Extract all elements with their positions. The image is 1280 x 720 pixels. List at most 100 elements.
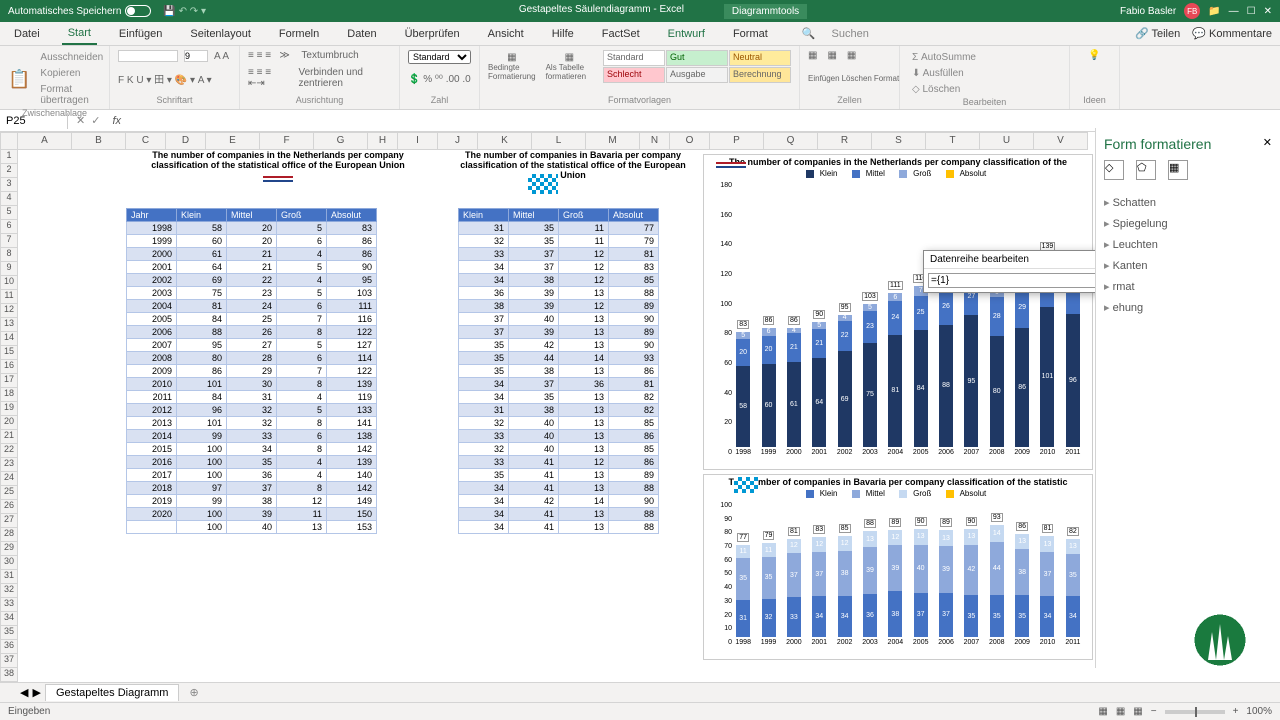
tab-format[interactable]: Format: [727, 24, 774, 44]
row-headers[interactable]: 1234567891011121314151617181920212223242…: [0, 150, 18, 690]
format-painter-button[interactable]: Format übertragen: [36, 82, 107, 108]
copy-button[interactable]: Kopieren: [36, 66, 107, 81]
font-name[interactable]: [118, 50, 178, 62]
view-layout-icon[interactable]: ▦: [1116, 706, 1125, 717]
tab-seitenlayout[interactable]: Seitenlayout: [184, 24, 257, 44]
group-edit-title: Bearbeiten: [908, 97, 1061, 107]
style-schlecht[interactable]: Schlecht: [603, 67, 665, 83]
panel-item[interactable]: rmat: [1104, 276, 1272, 297]
panel-item[interactable]: Spiegelung: [1104, 213, 1272, 234]
status-bar: Eingeben ▦ ▦ ▦ − + 100%: [0, 702, 1280, 720]
ideas-button[interactable]: 💡: [1078, 50, 1111, 61]
ribbon-display-icon[interactable]: 📁: [1208, 6, 1220, 17]
font-size[interactable]: [184, 50, 208, 62]
chart2-legend: Klein Mittel Groß Absolut: [704, 489, 1092, 498]
fill-line-icon[interactable]: ◇: [1104, 160, 1124, 180]
size-icon[interactable]: ▦: [1168, 160, 1188, 180]
chart-bavaria[interactable]: The number of companies in Bavaria per c…: [703, 474, 1093, 660]
panel-close-icon[interactable]: ✕: [1263, 136, 1272, 160]
panel-item[interactable]: Leuchten: [1104, 234, 1272, 255]
user-avatar[interactable]: FB: [1184, 3, 1200, 19]
tab-factset[interactable]: FactSet: [596, 24, 646, 44]
flag-nl-chart-icon: [716, 162, 746, 168]
format-cells[interactable]: ▦: [847, 50, 856, 61]
sheet-nav-next-icon[interactable]: ▶: [32, 686, 40, 699]
panel-item[interactable]: ehung: [1104, 297, 1272, 318]
zoom-level[interactable]: 100%: [1246, 706, 1272, 717]
group-number-title: Zahl: [408, 95, 471, 105]
fill-button[interactable]: ⬇ Ausfüllen: [908, 66, 1061, 81]
tab-daten[interactable]: Daten: [341, 24, 382, 44]
comments-button[interactable]: 💬 Kommentare: [1192, 27, 1272, 40]
tab-formeln[interactable]: Formeln: [273, 24, 325, 44]
tab-entwurf[interactable]: Entwurf: [662, 24, 711, 44]
tab-einfuegen[interactable]: Einfügen: [113, 24, 168, 44]
style-berechnung[interactable]: Berechnung: [729, 67, 791, 83]
number-format[interactable]: Standard: [408, 50, 471, 64]
dialog-title: Datenreihe bearbeiten: [930, 254, 1029, 265]
share-button[interactable]: 🔗 Teilen: [1135, 27, 1180, 40]
tab-start[interactable]: Start: [62, 23, 97, 45]
insert-cells[interactable]: ▦: [808, 50, 817, 61]
sheet-nav-prev-icon[interactable]: ◀: [20, 686, 28, 699]
qat-icons[interactable]: 💾 ↶ ↷ ▾: [163, 6, 206, 17]
cancel-formula-icon[interactable]: ✕: [76, 114, 85, 127]
style-ausgabe[interactable]: Ausgabe: [666, 67, 728, 83]
document-title: Gestapeltes Säulendiagramm - Excel: [519, 4, 684, 19]
tab-datei[interactable]: Datei: [8, 24, 46, 44]
add-sheet-button[interactable]: ⊕: [183, 686, 204, 699]
tab-hilfe[interactable]: Hilfe: [546, 24, 580, 44]
group-ideas-title: Ideen: [1078, 95, 1111, 105]
close-icon[interactable]: ✕: [1264, 6, 1272, 17]
tab-ansicht[interactable]: Ansicht: [482, 24, 530, 44]
autosum-button[interactable]: Σ AutoSumme: [908, 50, 1061, 65]
search-box[interactable]: Suchen: [832, 28, 869, 40]
cut-button[interactable]: Ausschneiden: [36, 50, 107, 65]
delete-cells[interactable]: ▦: [827, 50, 836, 61]
data-table-bavaria[interactable]: KleinMittelGroßAbsolut313511773235117933…: [458, 208, 659, 534]
style-gut[interactable]: Gut: [666, 50, 728, 66]
table-format-icon[interactable]: ▦: [565, 52, 574, 63]
fx-label: fx: [108, 115, 125, 127]
format-shape-panel: Form formatieren ✕ ◇ ⬠ ▦ SchattenSpiegel…: [1095, 128, 1280, 668]
view-normal-icon[interactable]: ▦: [1098, 706, 1107, 717]
zoom-out-icon[interactable]: −: [1151, 706, 1157, 717]
minimize-icon[interactable]: —: [1229, 6, 1239, 17]
effects-icon[interactable]: ⬠: [1136, 160, 1156, 180]
chart-netherlands[interactable]: The number of companies in the Netherlan…: [703, 154, 1093, 470]
grid-content[interactable]: The number of companies in the Netherlan…: [18, 150, 1280, 690]
autosave-toggle[interactable]: Automatisches Speichern: [8, 5, 151, 17]
data-table-netherlands[interactable]: JahrKleinMittelGroßAbsolut19985820583199…: [126, 208, 377, 534]
clear-button[interactable]: ◇ Löschen: [908, 82, 1061, 97]
zoom-in-icon[interactable]: +: [1233, 706, 1239, 717]
view-break-icon[interactable]: ▦: [1133, 706, 1142, 717]
panel-item[interactable]: Schatten: [1104, 192, 1272, 213]
paste-icon[interactable]: 📋: [8, 69, 30, 90]
watermark-logo-icon: [1190, 610, 1250, 670]
tab-ueberpruefen[interactable]: Überprüfen: [399, 24, 466, 44]
zoom-slider[interactable]: [1165, 710, 1225, 714]
group-styles-title: Formatvorlagen: [488, 95, 791, 105]
conditional-format-icon[interactable]: ▦: [507, 52, 516, 63]
wrap-text[interactable]: Textumbruch: [301, 50, 358, 61]
column-headers[interactable]: ABCDEFGHIJKLMNOPQRSTUV: [18, 132, 1088, 150]
merge-center[interactable]: Verbinden und zentrieren: [298, 67, 391, 89]
ribbon-content: 📋 Ausschneiden Kopieren Format übertrage…: [0, 46, 1280, 110]
name-box[interactable]: P25: [0, 113, 68, 129]
sheet-tab-active[interactable]: Gestapeltes Diagramm: [45, 684, 180, 701]
style-neutral[interactable]: Neutral: [729, 50, 791, 66]
panel-item[interactable]: Kanten: [1104, 255, 1272, 276]
chart-tools-label: Diagrammtools: [724, 4, 807, 19]
accept-formula-icon[interactable]: ✓: [91, 114, 100, 127]
style-standard[interactable]: Standard: [603, 50, 665, 66]
user-name: Fabio Basler: [1120, 6, 1176, 17]
select-all-corner[interactable]: [0, 132, 18, 150]
autosave-label: Automatisches Speichern: [8, 6, 121, 17]
dialog-series-input[interactable]: [928, 273, 1108, 288]
flag-bavaria-icon: [528, 174, 558, 194]
maximize-icon[interactable]: ☐: [1247, 6, 1256, 17]
chart2-title: The number of companies in Bavaria per c…: [704, 475, 1092, 489]
table2-title: The number of companies in Bavaria per c…: [458, 150, 688, 180]
formula-bar: P25 ✕ ✓ fx: [0, 110, 1280, 132]
toggle-switch[interactable]: [125, 5, 151, 17]
